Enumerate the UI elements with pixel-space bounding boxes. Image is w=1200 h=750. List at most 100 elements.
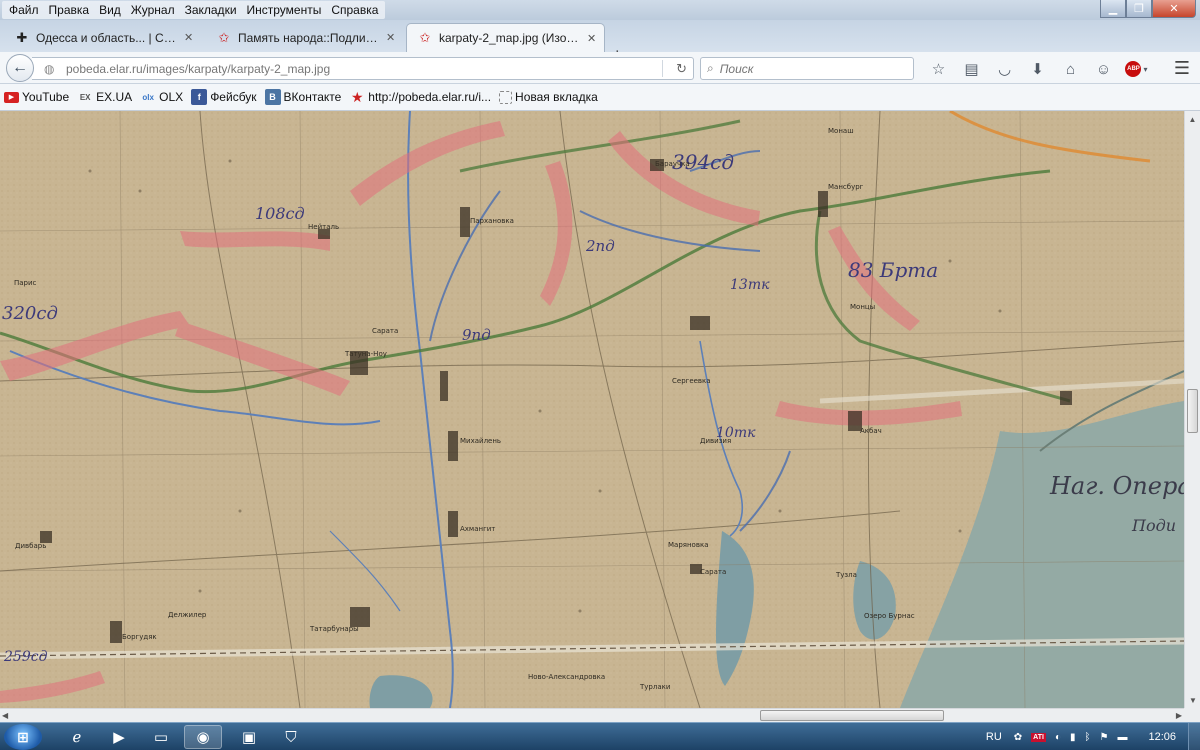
address-url[interactable]: pobeda.elar.ru/images/karpaty/karpaty-2_… <box>66 62 666 76</box>
back-button[interactable]: ← <box>6 54 34 82</box>
place-label: Маряновка <box>668 541 709 549</box>
bookmark-pobeda[interactable]: ★ http://pobeda.elar.ru/i... <box>349 89 491 105</box>
address-bar[interactable]: ◍ pobeda.elar.ru/images/karpaty/karpaty-… <box>32 57 694 80</box>
chat-icon[interactable]: ☺ <box>1087 59 1120 79</box>
taskbar-ie[interactable]: ℯ <box>58 725 96 749</box>
menu-file[interactable]: Файл <box>4 1 44 19</box>
back-arrow-icon: ← <box>12 59 28 76</box>
bookmark-label: Новая вкладка <box>515 90 598 104</box>
pocket-icon[interactable]: ◡ <box>988 59 1021 79</box>
bookmark-youtube[interactable]: ▶ YouTube <box>4 90 69 104</box>
vertical-scrollbar[interactable]: ▲ ▼ <box>1184 111 1200 708</box>
place-label: Парис <box>14 279 37 287</box>
search-input[interactable] <box>719 61 900 76</box>
exua-icon: EX <box>79 92 91 102</box>
place-label: Сергеевка <box>672 377 711 385</box>
flag-icon[interactable]: ⚑ <box>1100 732 1109 743</box>
adblock-button[interactable]: ABP ▾ <box>1120 59 1153 79</box>
tab-close-icon[interactable]: ✕ <box>587 32 596 45</box>
horizontal-scroll-thumb[interactable] <box>760 710 944 721</box>
bookmark-olx[interactable]: olx OLX <box>140 89 183 105</box>
menu-history[interactable]: Журнал <box>126 1 180 19</box>
search-box[interactable]: ⌕ <box>700 57 914 80</box>
home-icon[interactable]: ⌂ <box>1054 59 1087 79</box>
network-signal-icon[interactable]: ▮ <box>1070 732 1076 743</box>
bookmark-label: http://pobeda.elar.ru/i... <box>368 90 492 104</box>
close-window-button[interactable]: ✕ <box>1152 0 1196 18</box>
bookmark-label: Фейсбук <box>210 90 257 104</box>
tab-strip: ✚ Одесса и область... | Стра... ✕ ✩ Памя… <box>0 20 1200 65</box>
monitor-icon[interactable]: ▬ <box>1117 732 1127 743</box>
place-label: Пархановка <box>470 217 514 225</box>
bluetooth-icon[interactable]: ᛒ <box>1085 732 1091 743</box>
place-label: Турлаки <box>639 683 670 691</box>
hamburger-menu-icon[interactable]: ☰ <box>1174 58 1190 79</box>
scroll-left-icon[interactable]: ◀ <box>2 709 8 722</box>
menu-edit[interactable]: Правка <box>44 1 95 19</box>
historic-map: 394сд 108сд 2пд 13тк 83 Брта 320сд 9пд 1… <box>0 111 1184 708</box>
bookmarks-toolbar: ▶ YouTube EX EX.UA olx OLX f Фейсбук B В… <box>0 84 1200 111</box>
address-divider <box>662 60 663 77</box>
tab-karpaty-map[interactable]: ✩ karpaty-2_map.jpg (Изобр... ✕ <box>406 23 606 52</box>
system-clock[interactable]: 12:06 <box>1148 731 1176 743</box>
show-desktop-button[interactable] <box>1188 723 1200 750</box>
language-indicator[interactable]: RU <box>986 731 1002 743</box>
taskbar-media-player[interactable]: ▶ <box>100 725 138 749</box>
taskbar-explorer[interactable]: ▭ <box>142 725 180 749</box>
horizontal-scrollbar[interactable]: ◀ ▶ <box>0 708 1184 722</box>
minimize-icon: ▁ <box>1108 3 1118 15</box>
bookmark-label: EX.UA <box>96 90 133 104</box>
tab-close-icon[interactable]: ✕ <box>386 31 395 44</box>
taskbar-save[interactable]: ▣ <box>230 725 268 749</box>
place-label: Боргудяк <box>122 633 157 641</box>
taskbar-antivirus[interactable]: ⛉ <box>272 725 310 749</box>
restore-icon: ❐ <box>1134 3 1144 15</box>
menu-view[interactable]: Вид <box>94 1 126 19</box>
nav-toolbar: ☆ ▤ ◡ ⬇ ⌂ ☺ ABP ▾ <box>922 59 1153 79</box>
map-image-viewport[interactable]: 394сд 108сд 2пд 13тк 83 Брта 320сд 9пд 1… <box>0 111 1184 708</box>
tray-app-icon[interactable]: ✿ <box>1014 732 1022 743</box>
place-label: Мансбург <box>828 183 864 191</box>
start-button[interactable]: ⊞ <box>4 724 42 750</box>
place-label: Монцы <box>850 303 875 311</box>
tab-pamyat-naroda[interactable]: ✩ Память народа::Подлинн... ✕ <box>206 23 403 52</box>
bookmark-new-tab[interactable]: Новая вкладка <box>499 90 598 104</box>
tab-close-icon[interactable]: ✕ <box>184 31 193 44</box>
media-player-icon: ▶ <box>113 729 125 746</box>
place-label: Тузла <box>835 571 857 579</box>
restore-button[interactable]: ❐ <box>1126 0 1152 18</box>
bookmark-label: ВКонтакте <box>283 90 342 104</box>
menu-tools[interactable]: Инструменты <box>242 1 327 19</box>
menu-help[interactable]: Справка <box>326 1 383 19</box>
place-label: Ахмангит <box>460 525 495 533</box>
red-star-icon: ✩ <box>419 30 431 45</box>
minimize-button[interactable]: ▁ <box>1100 0 1126 18</box>
scroll-up-icon[interactable]: ▲ <box>1185 111 1200 127</box>
firefox-icon: ◉ <box>196 729 210 746</box>
place-label: Дивизия <box>700 437 731 445</box>
tab-odessa[interactable]: ✚ Одесса и область... | Стра... ✕ <box>4 23 201 52</box>
taskbar-firefox[interactable]: ◉ <box>184 725 222 749</box>
facebook-icon: f <box>191 89 208 105</box>
red-star-icon: ★ <box>351 88 364 105</box>
bookmark-exua[interactable]: EX EX.UA <box>77 89 132 105</box>
bookmark-vkontakte[interactable]: B ВКонтакте <box>264 89 342 105</box>
place-label: Монаш <box>828 127 854 135</box>
globe-icon: ◍ <box>44 61 55 76</box>
bookmark-facebook[interactable]: f Фейсбук <box>191 89 257 105</box>
unit-label: 259сд <box>3 649 48 665</box>
menu-bookmarks[interactable]: Закладки <box>180 1 242 19</box>
bookmark-star-icon[interactable]: ☆ <box>922 59 955 79</box>
downloads-icon[interactable]: ⬇ <box>1021 59 1054 79</box>
place-label: Ново-Александровка <box>528 673 605 681</box>
reading-list-icon[interactable]: ▤ <box>955 59 988 79</box>
reload-icon[interactable]: ↻ <box>676 61 687 77</box>
vertical-scroll-thumb[interactable] <box>1187 389 1198 433</box>
cross-icon: ✚ <box>16 29 28 45</box>
scroll-down-icon[interactable]: ▼ <box>1185 692 1200 708</box>
tab-title: Память народа::Подлинн... <box>238 30 378 45</box>
folder-icon: ▭ <box>153 729 169 746</box>
ati-icon[interactable]: ATI <box>1031 732 1046 742</box>
volume-icon[interactable]: ◐ <box>1055 732 1061 743</box>
scroll-right-icon[interactable]: ▶ <box>1176 709 1182 722</box>
